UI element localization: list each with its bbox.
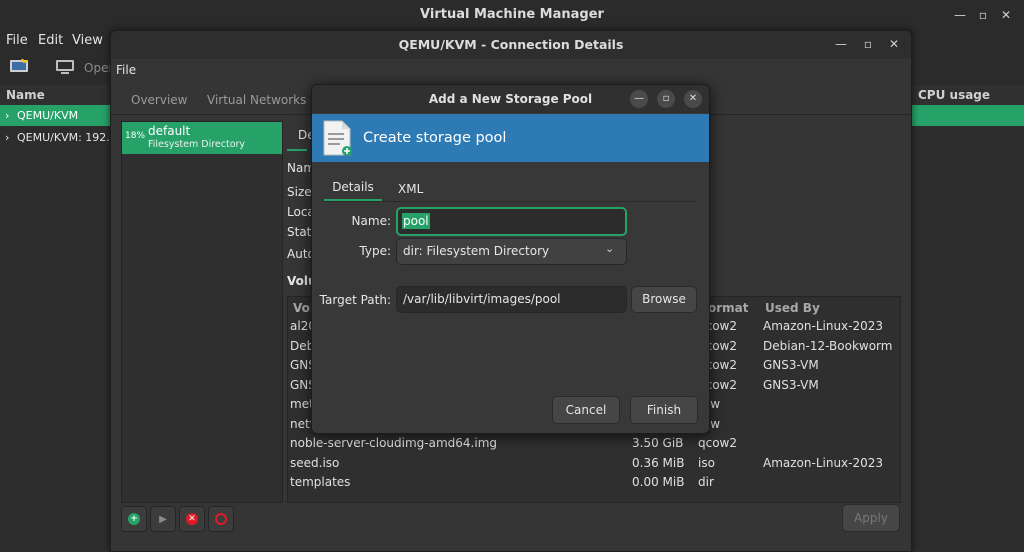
storage-pool-list: 18% default Filesystem Directory <box>121 121 283 503</box>
volume-row[interactable]: seed.iso 0.36 MiB iso Amazon-Linux-2023 <box>288 454 900 473</box>
chevron-down-icon: ⌄ <box>605 242 615 255</box>
target-path-value: /var/lib/libvirt/images/pool <box>403 292 561 306</box>
volume-format: dir <box>698 475 714 489</box>
volume-size: 0.00 MiB <box>632 475 685 489</box>
add-icon: + <box>128 513 140 525</box>
menu-file[interactable]: File <box>6 30 28 52</box>
close-icon[interactable]: ✕ <box>994 0 1018 30</box>
volume-used-by: Amazon-Linux-2023 <box>763 319 884 333</box>
volume-used-by: Debian-12-Bookworm <box>763 338 893 353</box>
column-cpu-usage[interactable]: CPU usage <box>918 85 990 105</box>
delete-pool-button[interactable] <box>208 506 234 532</box>
minimize-icon[interactable]: — <box>829 30 853 58</box>
close-icon[interactable]: ✕ <box>684 90 702 108</box>
volume-row[interactable]: templates 0.00 MiB dir <box>288 473 900 492</box>
vol-col-used-by[interactable]: Used By <box>765 298 820 318</box>
storage-pool-icon <box>322 120 352 156</box>
menu-view[interactable]: View <box>72 30 103 52</box>
open-vm-icon[interactable] <box>55 59 75 75</box>
tab-overview[interactable]: Overview <box>131 86 188 114</box>
conn-menu-file[interactable]: File <box>116 60 136 80</box>
volume-format: iso <box>698 455 715 470</box>
close-icon[interactable]: ✕ <box>882 30 906 58</box>
menu-edit[interactable]: Edit <box>38 30 63 52</box>
name-input-value: pool <box>402 213 430 229</box>
name-input[interactable]: pool <box>396 207 627 236</box>
stop-icon: ✕ <box>186 513 198 525</box>
finish-button[interactable]: Finish <box>630 396 698 424</box>
type-select-value: dir: Filesystem Directory <box>403 244 550 258</box>
pool-item-default[interactable]: 18% default Filesystem Directory <box>122 122 282 154</box>
volume-size: 0.36 MiB <box>632 455 685 470</box>
volume-row[interactable]: noble-server-cloudimg-amd64.img 3.50 GiB q… <box>288 434 900 453</box>
volume-name: seed.iso <box>290 455 340 470</box>
dialog-header-title: Create storage pool <box>363 130 507 146</box>
column-name[interactable]: Name <box>6 85 45 105</box>
volume-format: qcow2 <box>698 436 738 450</box>
stop-pool-button[interactable]: ✕ <box>179 506 205 532</box>
volume-name: templates <box>290 475 351 489</box>
volume-size: 3.50 GiB <box>632 436 684 450</box>
maximize-icon[interactable]: ▫ <box>856 30 880 58</box>
target-path-label: Target Path: <box>319 293 391 307</box>
minimize-icon[interactable]: — <box>630 90 648 108</box>
delete-icon <box>215 513 227 525</box>
main-window-title: Virtual Machine Manager <box>420 7 604 22</box>
dialog-title: Add a New Storage Pool <box>428 92 593 106</box>
dialog-banner: Create storage pool <box>312 114 709 162</box>
apply-button[interactable]: Apply <box>842 504 900 532</box>
expander-icon[interactable]: › <box>5 105 9 126</box>
volume-used-by: GNS3-VM <box>763 377 819 392</box>
type-label: Type: <box>359 244 391 258</box>
maximize-icon[interactable]: ▫ <box>971 0 995 30</box>
start-pool-button[interactable]: ▶ <box>150 506 176 532</box>
target-path-input[interactable]: /var/lib/libvirt/images/pool <box>396 286 627 313</box>
tab-details[interactable]: Details <box>324 177 382 201</box>
maximize-icon[interactable]: ▫ <box>657 90 675 108</box>
play-icon: ▶ <box>159 513 167 525</box>
pool-usage: 18% <box>125 131 146 141</box>
conn-window-title: QEMU/KVM - Connection Details <box>398 37 624 52</box>
volume-name: noble-server-cloudimg-amd64.img <box>290 436 498 450</box>
cancel-button[interactable]: Cancel <box>552 396 620 424</box>
volume-used-by: GNS3-VM <box>763 358 819 372</box>
add-storage-pool-dialog: Add a New Storage Pool — ▫ ✕ Create stor… <box>311 84 710 434</box>
pool-type: Filesystem Directory <box>148 139 246 150</box>
minimize-icon[interactable]: — <box>948 0 972 30</box>
vol-col-format[interactable]: ormat <box>708 298 749 318</box>
connection-name[interactable]: QEMU/KVM <box>17 105 78 126</box>
volume-used-by: Amazon-Linux-2023 <box>763 455 884 470</box>
new-vm-icon[interactable] <box>9 58 29 74</box>
tab-xml[interactable]: XML <box>398 179 423 199</box>
browse-button[interactable]: Browse <box>631 286 697 313</box>
pool-name: default <box>148 124 191 138</box>
expander-icon[interactable]: › <box>5 127 9 148</box>
type-select[interactable]: dir: Filesystem Directory ⌄ <box>396 238 627 265</box>
name-label: Name: <box>351 214 391 228</box>
tab-virtual-networks[interactable]: Virtual Networks <box>207 86 306 114</box>
add-pool-button[interactable]: + <box>121 506 147 532</box>
